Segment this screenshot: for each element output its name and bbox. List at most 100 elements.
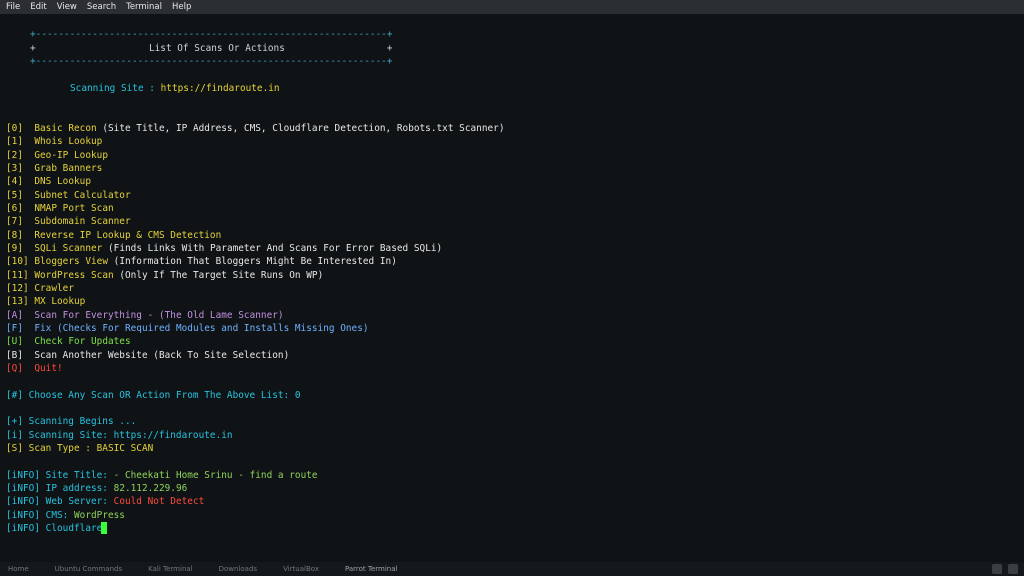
menu-label: Grab Banners	[34, 163, 103, 174]
menu-search[interactable]: Search	[87, 0, 116, 14]
header-border-top: +---------------------------------------…	[30, 29, 393, 40]
menu-label: NMAP Port Scan	[34, 203, 114, 214]
info-label: CMS:	[40, 510, 69, 521]
menu-item-10: [10] Bloggers View (Information That Blo…	[6, 255, 397, 268]
terminal-window[interactable]: +---------------------------------------…	[0, 14, 1024, 562]
menu-label: WordPress Scan	[34, 270, 114, 281]
menu-item-12: [12] Crawler	[6, 282, 74, 295]
menu-key: [12]	[6, 283, 29, 294]
menu-desc: (Information That Bloggers Might Be Inte…	[107, 256, 397, 267]
menu-terminal[interactable]: Terminal	[126, 0, 162, 14]
menu-key: [9]	[6, 243, 23, 254]
menu-item-1: [1] Whois Lookup	[6, 135, 102, 148]
header-title: + List Of Scans Or Actions +	[30, 43, 393, 54]
action-quit: [Q] Quit!	[6, 362, 63, 375]
menu-key: [10]	[6, 256, 29, 267]
info-web-server: [iNFO] Web Server: Could Not Detect	[6, 495, 204, 508]
menu-key: [1]	[6, 136, 23, 147]
action-scan-everything: [A] Scan For Everything - (The Old Lame …	[6, 309, 284, 322]
menu-label: Whois Lookup	[34, 136, 103, 147]
menu-item-5: [5] Subnet Calculator	[6, 189, 131, 202]
info-cms: [iNFO] CMS: WordPress	[6, 509, 125, 522]
tray-network-icon[interactable]	[1008, 564, 1018, 574]
menu-key: [5]	[6, 190, 23, 201]
action-key: [U]	[6, 336, 23, 347]
menu-item-2: [2] Geo-IP Lookup	[6, 149, 108, 162]
menu-item-6: [6] NMAP Port Scan	[6, 202, 114, 215]
menu-help[interactable]: Help	[172, 0, 191, 14]
menu-label: MX Lookup	[34, 296, 86, 307]
menu-label: Subdomain Scanner	[34, 216, 131, 227]
taskbar: Home Ubuntu Commands Kali Terminal Downl…	[0, 562, 1024, 576]
menu-label: Bloggers View	[34, 256, 108, 267]
taskbar-item-parrot-terminal[interactable]: Parrot Terminal	[345, 565, 398, 573]
menu-desc: (Site Title, IP Address, CMS, Cloudflare…	[96, 123, 505, 134]
menu-desc: (Only If The Target Site Runs On WP)	[113, 270, 324, 281]
action-fix: [F] Fix (Checks For Required Modules and…	[6, 322, 369, 335]
action-key: [B]	[6, 350, 23, 361]
menu-item-9: [9] SQLi Scanner (Finds Links With Param…	[6, 242, 442, 255]
scanning-site-banner: Scanning Site : https://findaroute.in	[70, 83, 280, 94]
info-tag: [iNFO]	[6, 483, 40, 494]
choose-prompt: [#] Choose Any Scan OR Action From The A…	[6, 390, 301, 401]
scan-type: [S] Scan Type : BASIC SCAN	[6, 443, 154, 454]
menu-item-3: [3] Grab Banners	[6, 162, 102, 175]
menu-item-11: [11] WordPress Scan (Only If The Target …	[6, 269, 323, 282]
scan-begins: [+] Scanning Begins ...	[6, 416, 137, 427]
info-tag: [iNFO]	[6, 523, 40, 534]
info-value: WordPress	[68, 510, 125, 521]
action-key: [F]	[6, 323, 23, 334]
menu-view[interactable]: View	[57, 0, 77, 14]
action-scan-another: [B] Scan Another Website (Back To Site S…	[6, 349, 289, 362]
menu-label: DNS Lookup	[34, 176, 91, 187]
info-label: Site Title:	[40, 470, 108, 481]
menu-key: [3]	[6, 163, 23, 174]
menu-item-0: [0] Basic Recon (Site Title, IP Address,…	[6, 122, 504, 135]
action-key: [Q]	[6, 363, 23, 374]
taskbar-item-kali-terminal[interactable]: Kali Terminal	[148, 565, 192, 573]
header-border-bottom: +---------------------------------------…	[30, 56, 393, 67]
menu-label: Crawler	[34, 283, 74, 294]
menu-key: [7]	[6, 216, 23, 227]
menu-key: [13]	[6, 296, 29, 307]
menu-label: Geo-IP Lookup	[34, 150, 108, 161]
info-label: IP address:	[40, 483, 108, 494]
menu-item-4: [4] DNS Lookup	[6, 175, 91, 188]
menu-file[interactable]: File	[6, 0, 20, 14]
taskbar-item-downloads[interactable]: Downloads	[219, 565, 257, 573]
menu-key: [2]	[6, 150, 23, 161]
tray-app-icon[interactable]	[992, 564, 1002, 574]
system-tray	[992, 564, 1018, 574]
info-cloudflare: [iNFO] Cloudflare:	[6, 522, 108, 535]
action-check-updates: [U] Check For Updates	[6, 335, 131, 348]
taskbar-item-virtualbox[interactable]: VirtualBox	[283, 565, 319, 573]
menu-key: [11]	[6, 270, 29, 281]
info-value: Could Not Detect	[107, 496, 205, 507]
action-label: Fix (Checks For Required Modules and Ins…	[34, 323, 369, 334]
info-value: - Cheekati Home Srinu - find a route	[107, 470, 318, 481]
menu-label: Reverse IP Lookup & CMS Detection	[34, 230, 222, 241]
info-site-title: [iNFO] Site Title: - Cheekati Home Srinu…	[6, 469, 318, 482]
action-label: Check For Updates	[34, 336, 131, 347]
menu-label: SQLi Scanner	[34, 243, 103, 254]
menu-item-13: [13] MX Lookup	[6, 295, 85, 308]
info-ip: [iNFO] IP address: 82.112.229.96	[6, 482, 187, 495]
info-tag: [iNFO]	[6, 510, 40, 521]
menu-key: [4]	[6, 176, 23, 187]
info-label: Web Server:	[40, 496, 108, 507]
taskbar-item-home[interactable]: Home	[8, 565, 29, 573]
menu-item-8: [8] Reverse IP Lookup & CMS Detection	[6, 229, 221, 242]
menu-key: [0]	[6, 123, 23, 134]
menu-item-7: [7] Subdomain Scanner	[6, 215, 131, 228]
scanning-site-info: [i] Scanning Site: https://findaroute.in	[6, 430, 233, 441]
action-label: Scan For Everything - (The Old Lame Scan…	[34, 310, 284, 321]
taskbar-item-ubuntu-commands[interactable]: Ubuntu Commands	[55, 565, 122, 573]
info-label: Cloudflare:	[40, 523, 108, 534]
info-tag: [iNFO]	[6, 470, 40, 481]
menu-label: Subnet Calculator	[34, 190, 131, 201]
terminal-cursor	[101, 522, 107, 534]
menu-label: Basic Recon	[34, 123, 97, 134]
menu-edit[interactable]: Edit	[30, 0, 46, 14]
info-tag: [iNFO]	[6, 496, 40, 507]
menu-desc: (Finds Links With Parameter And Scans Fo…	[102, 243, 443, 254]
